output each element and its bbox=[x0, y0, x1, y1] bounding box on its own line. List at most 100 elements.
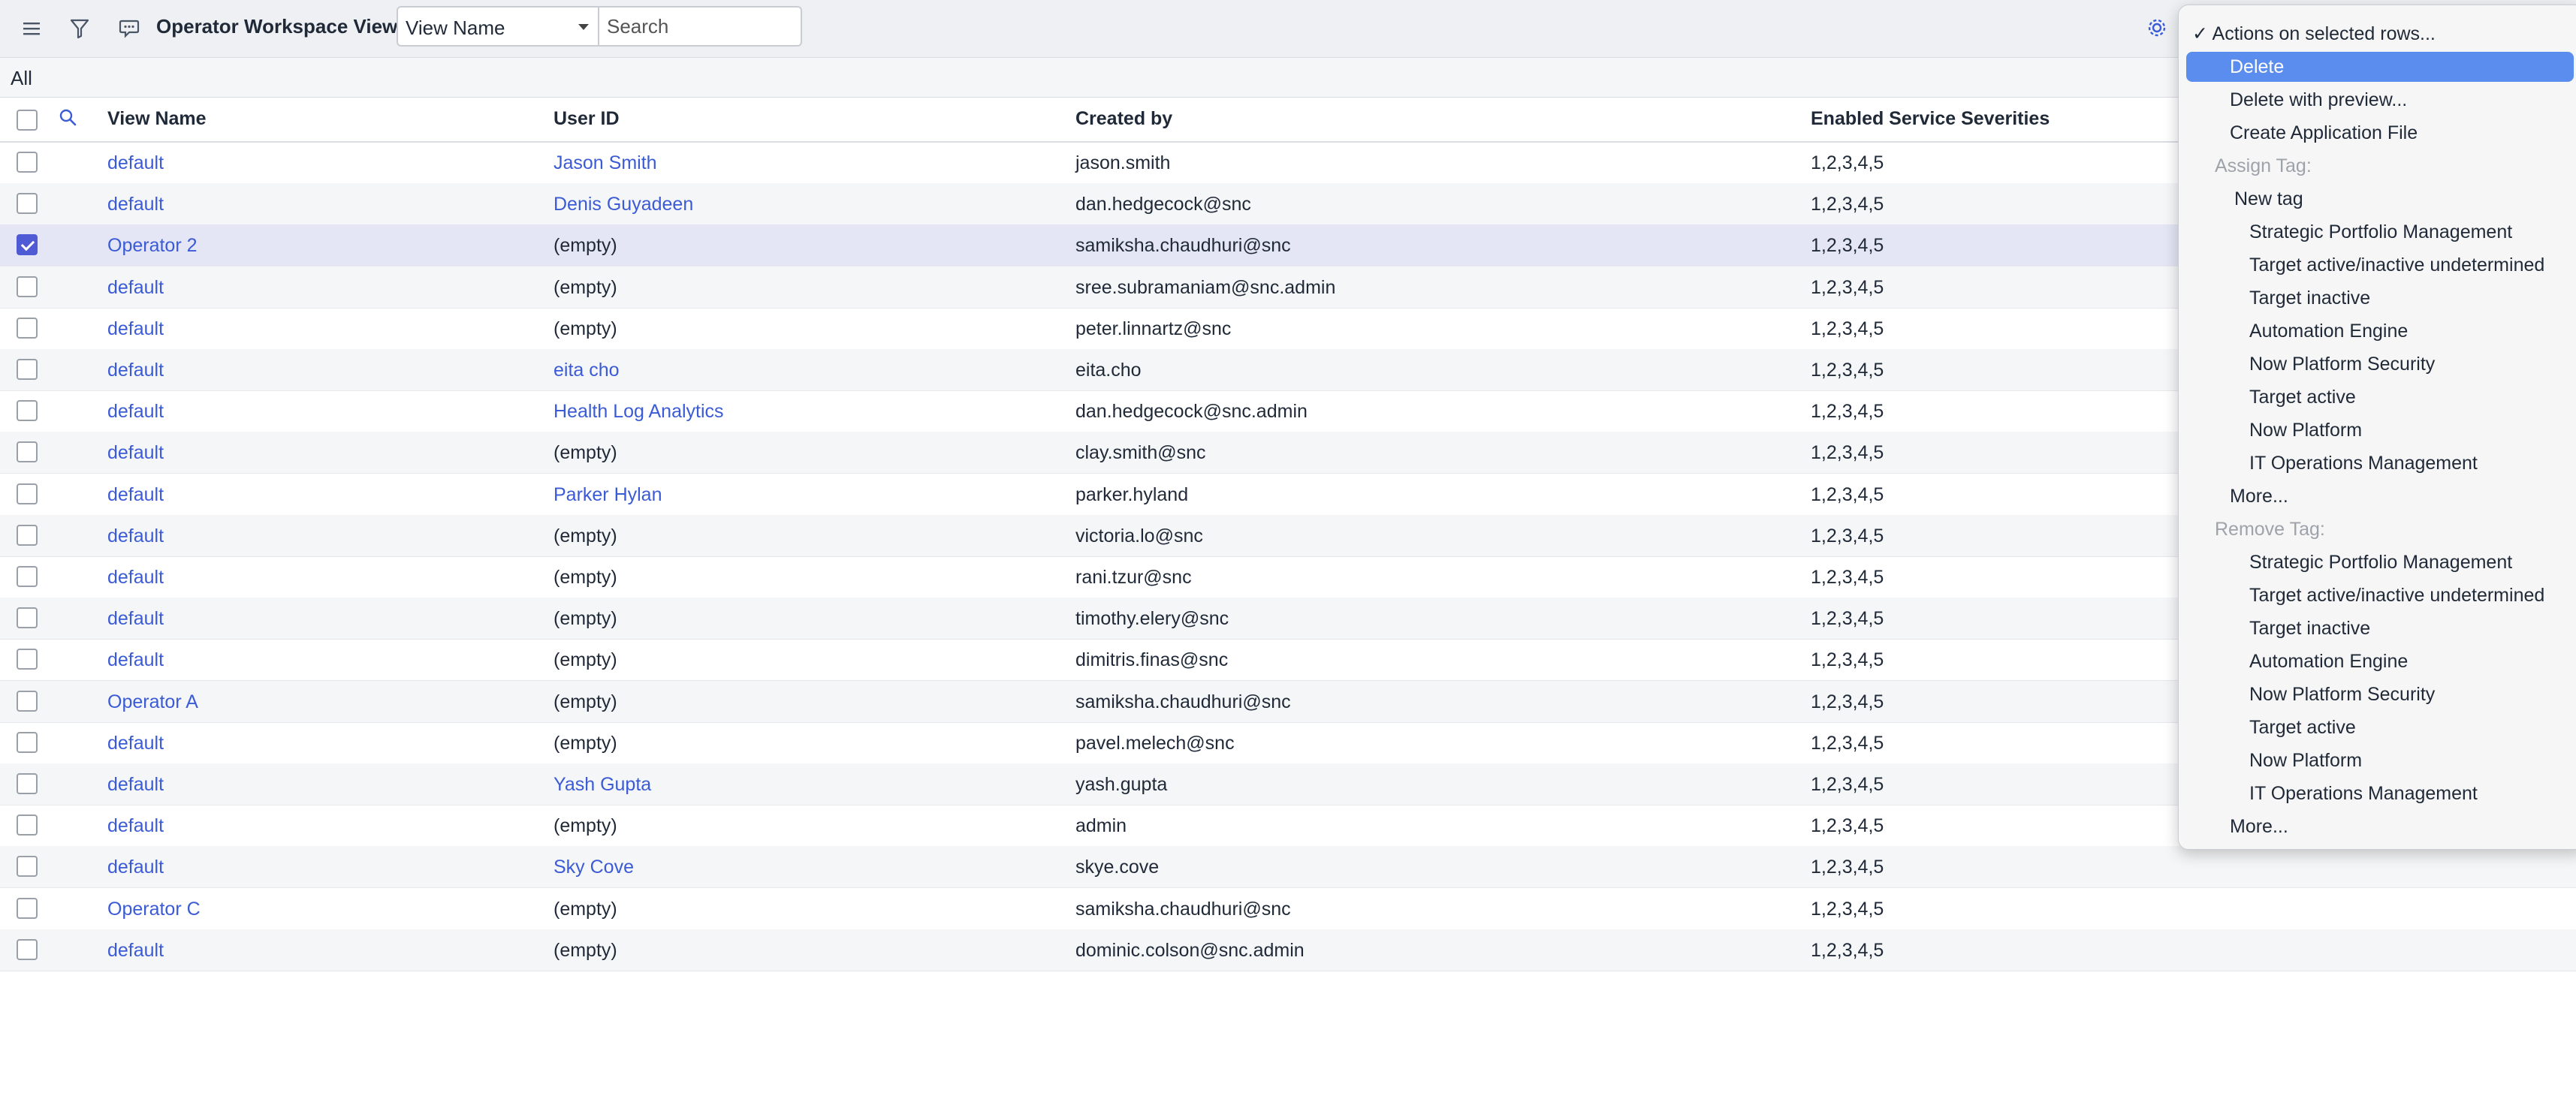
chevron-down-icon bbox=[578, 24, 589, 30]
cell-user-id[interactable]: Sky Cove bbox=[554, 857, 634, 878]
menu-item-create-application-file[interactable]: Create Application File bbox=[2230, 118, 2418, 148]
cell-view-name[interactable]: Operator 2 bbox=[107, 235, 198, 257]
column-header-created-by[interactable]: Created by bbox=[1075, 108, 1172, 130]
cell-severities: 1,2,3,4,5 bbox=[1811, 318, 1884, 339]
breadcrumb-all[interactable]: All bbox=[11, 67, 32, 90]
cell-user-id: (empty) bbox=[554, 691, 617, 712]
row-checkbox[interactable] bbox=[17, 649, 38, 670]
cell-user-id: (empty) bbox=[554, 608, 617, 629]
cell-view-name[interactable]: default bbox=[107, 194, 164, 215]
cell-view-name[interactable]: default bbox=[107, 442, 164, 464]
cell-user-id: (empty) bbox=[554, 733, 617, 754]
menu-item-remove-tag: Remove Tag: bbox=[2215, 519, 2325, 540]
row-checkbox[interactable] bbox=[17, 318, 38, 339]
cell-severities: 1,2,3,4,5 bbox=[1811, 940, 1884, 961]
row-checkbox[interactable] bbox=[17, 359, 38, 380]
row-checkbox[interactable] bbox=[17, 441, 38, 462]
row-checkbox[interactable] bbox=[17, 234, 38, 255]
cell-view-name[interactable]: default bbox=[107, 318, 164, 340]
cell-severities: 1,2,3,4,5 bbox=[1811, 567, 1884, 588]
gear-icon[interactable] bbox=[2142, 13, 2172, 43]
menu-item-new-tag[interactable]: New tag bbox=[2234, 184, 2303, 214]
menu-item-automation-engine[interactable]: Automation Engine bbox=[2249, 646, 2408, 676]
cell-user-id[interactable]: Jason Smith bbox=[554, 152, 657, 174]
cell-view-name[interactable]: default bbox=[107, 774, 164, 796]
row-checkbox[interactable] bbox=[17, 483, 38, 504]
cell-view-name[interactable]: default bbox=[107, 360, 164, 381]
menu-item-now-platform-security[interactable]: Now Platform Security bbox=[2249, 349, 2435, 379]
cell-view-name[interactable]: default bbox=[107, 277, 164, 299]
row-checkbox[interactable] bbox=[17, 814, 38, 836]
menu-item-now-platform[interactable]: Now Platform bbox=[2249, 415, 2362, 445]
menu-item-more[interactable]: More... bbox=[2230, 481, 2288, 511]
cell-view-name[interactable]: default bbox=[107, 567, 164, 589]
menu-item-target-inactive[interactable]: Target inactive bbox=[2249, 613, 2370, 643]
row-checkbox[interactable] bbox=[17, 400, 38, 421]
cell-view-name[interactable]: default bbox=[107, 484, 164, 506]
row-checkbox[interactable] bbox=[17, 898, 38, 919]
cell-severities: 1,2,3,4,5 bbox=[1811, 649, 1884, 670]
row-checkbox[interactable] bbox=[17, 566, 38, 587]
row-checkbox[interactable] bbox=[17, 856, 38, 877]
search-input[interactable] bbox=[599, 6, 802, 47]
column-header-view-name[interactable]: View Name bbox=[107, 108, 207, 130]
row-checkbox[interactable] bbox=[17, 607, 38, 628]
menu-item-automation-engine[interactable]: Automation Engine bbox=[2249, 316, 2408, 346]
menu-item-target-active-inactive-undetermined[interactable]: Target active/inactive undetermined bbox=[2249, 250, 2544, 280]
row-checkbox[interactable] bbox=[17, 732, 38, 753]
table-row[interactable]: Operator C (empty) samiksha.chaudhuri@snc 1… bbox=[0, 888, 2576, 930]
cell-user-id[interactable]: Parker Hylan bbox=[554, 484, 662, 506]
search-icon[interactable] bbox=[59, 108, 78, 131]
cell-severities: 1,2,3,4,5 bbox=[1811, 774, 1884, 795]
row-checkbox[interactable] bbox=[17, 193, 38, 214]
table-row[interactable]: default Sky Cove skye.cove 1,2,3,4,5 bbox=[0, 846, 2576, 888]
cell-severities: 1,2,3,4,5 bbox=[1811, 442, 1884, 463]
funnel-icon[interactable] bbox=[65, 14, 95, 44]
search-field-select[interactable]: View Name bbox=[397, 6, 599, 47]
cell-view-name[interactable]: default bbox=[107, 401, 164, 423]
menu-item-target-active-inactive-undetermined[interactable]: Target active/inactive undetermined bbox=[2249, 580, 2544, 610]
menu-item-delete-with-preview[interactable]: Delete with preview... bbox=[2230, 85, 2407, 115]
menu-item-target-inactive[interactable]: Target inactive bbox=[2249, 283, 2370, 313]
column-header-user-id[interactable]: User ID bbox=[554, 108, 620, 130]
cell-view-name[interactable]: default bbox=[107, 733, 164, 754]
menu-item-strategic-portfolio-management[interactable]: Strategic Portfolio Management bbox=[2249, 217, 2512, 247]
hamburger-icon[interactable] bbox=[17, 14, 47, 44]
row-checkbox[interactable] bbox=[17, 691, 38, 712]
menu-item-more[interactable]: More... bbox=[2230, 811, 2288, 842]
cell-user-id[interactable]: eita cho bbox=[554, 360, 620, 381]
cell-created-by: dan.hedgecock@snc bbox=[1075, 194, 1251, 215]
cell-view-name[interactable]: default bbox=[107, 525, 164, 547]
cell-user-id[interactable]: Yash Gupta bbox=[554, 774, 651, 796]
menu-item-it-operations-management[interactable]: IT Operations Management bbox=[2249, 778, 2478, 808]
cell-view-name[interactable]: default bbox=[107, 152, 164, 174]
cell-view-name[interactable]: Operator C bbox=[107, 899, 201, 920]
cell-user-id[interactable]: Health Log Analytics bbox=[554, 401, 724, 423]
row-checkbox[interactable] bbox=[17, 525, 38, 546]
cell-view-name[interactable]: Operator A bbox=[107, 691, 198, 713]
menu-item-target-active[interactable]: Target active bbox=[2249, 382, 2356, 412]
cell-created-by: dan.hedgecock@snc.admin bbox=[1075, 401, 1308, 422]
comment-icon[interactable] bbox=[114, 14, 144, 44]
menu-item-it-operations-management[interactable]: IT Operations Management bbox=[2249, 448, 2478, 478]
column-header-severities[interactable]: Enabled Service Severities bbox=[1811, 108, 2050, 130]
select-all-checkbox[interactable] bbox=[17, 110, 38, 131]
cell-view-name[interactable]: default bbox=[107, 815, 164, 837]
cell-severities: 1,2,3,4,5 bbox=[1811, 857, 1884, 878]
menu-item-target-active[interactable]: Target active bbox=[2249, 712, 2356, 742]
cell-view-name[interactable]: default bbox=[107, 857, 164, 878]
cell-user-id[interactable]: Denis Guyadeen bbox=[554, 194, 693, 215]
cell-view-name[interactable]: default bbox=[107, 940, 164, 962]
table-row[interactable]: default (empty) dominic.colson@snc.admin 1,… bbox=[0, 929, 2576, 971]
menu-item-now-platform-security[interactable]: Now Platform Security bbox=[2249, 679, 2435, 709]
cell-severities: 1,2,3,4,5 bbox=[1811, 277, 1884, 298]
cell-view-name[interactable]: default bbox=[107, 608, 164, 630]
menu-item-now-platform[interactable]: Now Platform bbox=[2249, 745, 2362, 775]
row-checkbox[interactable] bbox=[17, 773, 38, 794]
cell-view-name[interactable]: default bbox=[107, 649, 164, 671]
row-checkbox[interactable] bbox=[17, 152, 38, 173]
row-checkbox[interactable] bbox=[17, 276, 38, 297]
row-checkbox[interactable] bbox=[17, 939, 38, 960]
menu-item-delete[interactable]: Delete bbox=[2186, 52, 2574, 82]
menu-item-strategic-portfolio-management[interactable]: Strategic Portfolio Management bbox=[2249, 547, 2512, 577]
